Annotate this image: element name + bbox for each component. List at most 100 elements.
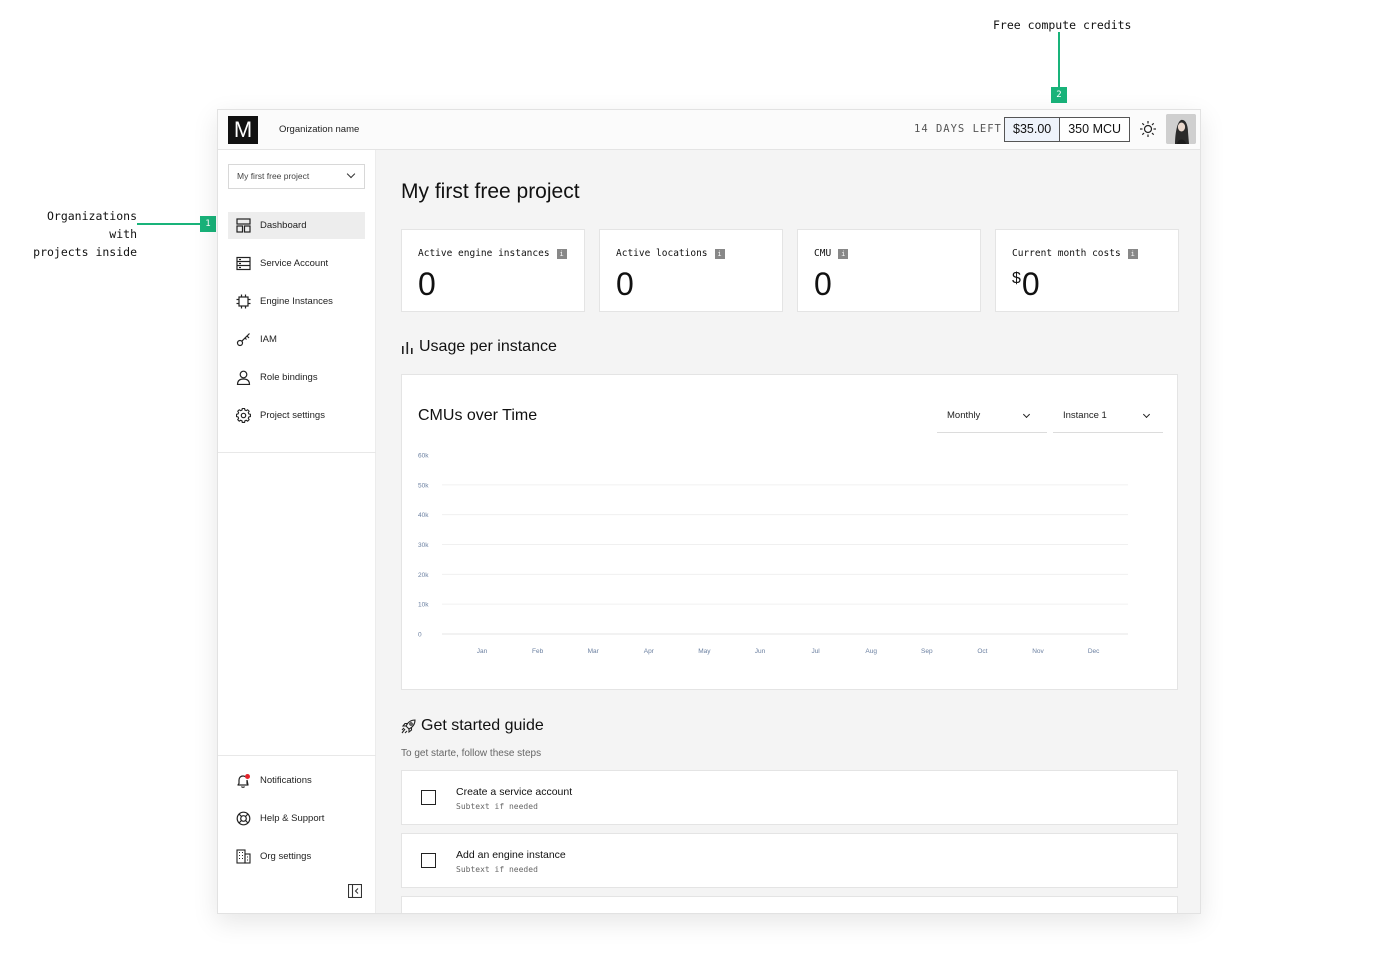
cmu-line-chart: 0 10k 20k 30k 40k 50k 60k Jan Feb Mar Apr May Jun Jul…	[418, 453, 1128, 655]
sidebar-item-dashboard[interactable]: Dashboard	[228, 212, 365, 239]
info-icon[interactable]: i	[556, 248, 567, 259]
chart-title: CMUs over Time	[418, 407, 538, 424]
y-tick-label: 40k	[418, 512, 429, 519]
sidebar-item-notifications[interactable]: Notifications	[228, 767, 365, 794]
period-select[interactable]: Monthly	[937, 403, 1047, 433]
trial-days-left: 14 DAYS LEFT	[914, 123, 1002, 135]
sidebar-item-label: Dashboard	[260, 220, 307, 231]
info-icon[interactable]: i	[1127, 248, 1138, 259]
info-icon[interactable]: i	[838, 248, 849, 259]
stat-value: 0	[418, 266, 436, 302]
sidebar-item-org-settings[interactable]: Org settings	[228, 843, 365, 870]
sidebar-item-label: Help & Support	[260, 813, 325, 824]
user-avatar[interactable]	[1166, 114, 1196, 144]
x-tick-label: Mar	[588, 648, 600, 655]
sidebar-divider	[218, 755, 376, 756]
sidebar: My first free project Dashboard Service …	[218, 150, 376, 913]
stat-label-text: Active engine instances	[418, 248, 550, 259]
guide-section-title: Get started guide	[401, 717, 544, 735]
x-tick-label: May	[698, 648, 711, 655]
annotation-badge-2: 2	[1051, 87, 1067, 103]
dashboard-icon	[235, 218, 251, 234]
x-tick-label: Feb	[532, 648, 544, 655]
guide-task[interactable]: Add an engine instance Subtext if needed	[401, 833, 1178, 888]
app-window: M Organization name 14 DAYS LEFT $35.00 …	[217, 109, 1201, 914]
sidebar-item-label: Project settings	[260, 410, 325, 421]
sidebar-item-label: IAM	[260, 334, 277, 345]
x-tick-label: Oct	[977, 648, 987, 655]
sidebar-item-label: Org settings	[260, 851, 312, 862]
annotation-line-1: Organizations with	[46, 209, 137, 241]
page-title: My first free project	[401, 180, 580, 203]
app-logo[interactable]: M	[228, 116, 258, 144]
x-tick-label: Nov	[1032, 648, 1044, 655]
stat-label: Active locations i	[616, 248, 725, 259]
chip-icon	[235, 294, 251, 310]
annotation-organizations: Organizations with projects inside	[18, 207, 137, 261]
sidebar-item-project-settings[interactable]: Project settings	[228, 402, 365, 429]
sidebar-item-help-support[interactable]: Help & Support	[228, 805, 365, 832]
stat-label: Current month costs i	[1012, 248, 1138, 259]
project-select[interactable]: My first free project	[228, 164, 365, 189]
task-subtext: Subtext if needed	[456, 865, 538, 874]
y-tick-label: 60k	[418, 453, 429, 460]
y-tick-label: 10k	[418, 602, 429, 609]
x-tick-label: Aug	[865, 648, 877, 655]
task-checkbox[interactable]	[421, 790, 436, 805]
credit-mcu: 350 MCU	[1068, 122, 1122, 136]
x-tick-label: Jan	[477, 648, 488, 655]
stat-card-active-locations: Active locations i 0	[599, 229, 783, 312]
building-icon	[235, 849, 251, 865]
task-checkbox[interactable]	[421, 853, 436, 868]
lifebuoy-icon	[235, 811, 251, 827]
x-tick-label: Dec	[1088, 648, 1100, 655]
x-tick-label: Sep	[921, 648, 933, 655]
collapse-sidebar-icon[interactable]	[347, 883, 363, 899]
task-title: Create a service account	[456, 786, 573, 798]
y-tick-label: 50k	[418, 482, 429, 489]
annotation-connector-1	[137, 223, 200, 225]
credits-badge[interactable]: $35.00 350 MCU	[1004, 117, 1131, 142]
annotation-badge-1: 1	[200, 216, 216, 232]
usage-section-title: Usage per instance	[401, 338, 557, 356]
usage-title-text: Usage per instance	[419, 338, 557, 355]
task-subtext: Subtext if needed	[456, 802, 538, 811]
stat-value: 0	[616, 266, 634, 302]
instance-select[interactable]: Instance 1	[1053, 403, 1163, 433]
gear-icon	[235, 408, 251, 424]
chevron-down-icon	[346, 169, 356, 179]
sidebar-item-engine-instances[interactable]: Engine Instances	[228, 288, 365, 315]
sidebar-item-label: Role bindings	[260, 372, 318, 383]
stat-value: 0	[1021, 266, 1040, 302]
task-title: Add an engine instance	[456, 849, 566, 861]
stat-value-wrap: $0	[1012, 266, 1040, 303]
organization-name[interactable]: Organization name	[279, 124, 359, 135]
stat-label: Active engine instances i	[418, 248, 567, 259]
stat-label-text: Current month costs	[1012, 248, 1121, 259]
stat-label-text: CMU	[814, 248, 832, 259]
guide-task-partial[interactable]	[401, 896, 1178, 913]
annotation-connector-2	[1058, 32, 1060, 87]
user-icon	[235, 370, 251, 386]
sidebar-item-role-bindings[interactable]: Role bindings	[228, 364, 365, 391]
sidebar-item-service-account[interactable]: Service Account	[228, 250, 365, 277]
info-icon[interactable]: i	[714, 248, 725, 259]
currency-symbol: $	[1012, 270, 1021, 287]
sidebar-item-label: Engine Instances	[260, 296, 333, 307]
stat-label-text: Active locations	[616, 248, 708, 259]
bell-icon	[235, 773, 251, 789]
annotation-line-2: projects inside	[33, 245, 137, 259]
main-content: My first free project Active engine inst…	[376, 150, 1200, 913]
guide-task[interactable]: Create a service account Subtext if need…	[401, 770, 1178, 825]
rocket-icon	[401, 718, 416, 733]
y-tick-label: 20k	[418, 572, 429, 579]
project-select-value: My first free project	[237, 171, 310, 181]
sidebar-item-iam[interactable]: IAM	[228, 326, 365, 353]
x-tick-label: Jul	[811, 648, 820, 655]
credit-amount: $35.00	[1005, 118, 1060, 141]
y-tick-label: 0	[418, 632, 422, 639]
theme-toggle-sun-icon[interactable]	[1139, 120, 1157, 138]
sidebar-item-label: Notifications	[260, 775, 312, 786]
sidebar-item-label: Service Account	[260, 258, 329, 269]
x-tick-label: Jun	[755, 648, 766, 655]
